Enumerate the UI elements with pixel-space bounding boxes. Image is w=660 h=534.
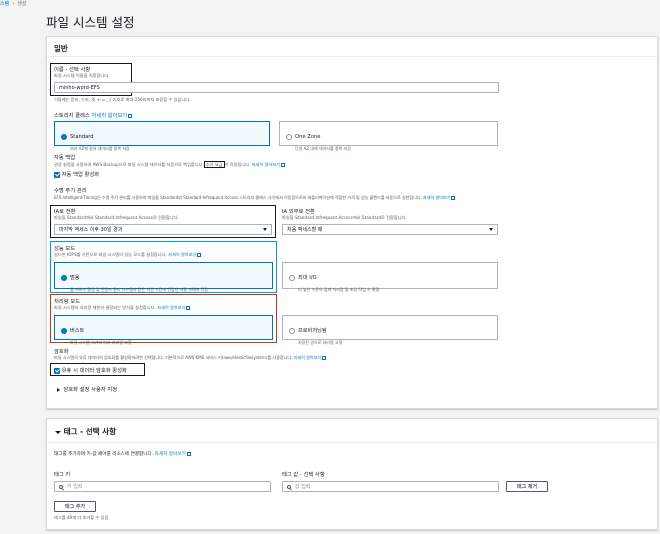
ia-out-desc: 파일을 Standard-Infrequent Access에서 Standar… — [282, 215, 407, 220]
backup-desc: 권장 설정을 사용하여 AWS Backup으로 파일 시스템 데이터를 자동으… — [54, 161, 286, 168]
page-title: 파일 시스템 설정 — [46, 15, 135, 30]
lifecycle-learn-more-link[interactable]: 자세히 알아보기 — [423, 195, 450, 200]
tile-desc: 여러 AZ에 걸쳐 데이터를 중복 저장 — [70, 146, 130, 151]
encryption-desc: 파일 시스템의 유휴 데이터의 암호화를 활성화하려면 선택합니다. 기본적으로… — [54, 355, 327, 361]
radio-selected-icon — [61, 133, 67, 140]
chevron-down-icon — [263, 228, 267, 231]
tags-expander[interactable]: 태그 - 선택 사항 — [55, 426, 116, 437]
tile-desc: 웹 서비스 환경 및 콘텐츠 관리 시스템과 같은 지연 시간에 민감한 사용 … — [70, 287, 208, 292]
performance-max-io-tile[interactable]: 최대 I/O 더 높은 수준의 집계 처리량 및 초당 작업 수 확장 — [282, 262, 498, 292]
search-icon — [287, 484, 291, 489]
throughput-bursting-tile[interactable]: 버스트 파일 시스템 크기에 따라 처리량 조정 — [54, 315, 273, 345]
external-link-icon — [186, 305, 191, 310]
ia-desc: 파일을 Standard에서 Standard-Infrequent Acces… — [54, 215, 179, 220]
ia-out-select-value: 처음 액세스할 때 — [287, 227, 323, 233]
encryption-checkbox[interactable]: 유휴 시 데이터 암호화 활성화 — [54, 366, 127, 374]
name-label: 이름 - 선택 사항 — [54, 67, 91, 73]
breadcrumb-current: 생성 — [17, 1, 27, 7]
backup-label: 자동 백업 — [54, 155, 76, 161]
lifecycle-desc: EFS Intelligent-Tiering은 수명 주기 관리를 사용하여 … — [54, 195, 456, 201]
ia-out-label: IA 외부로 전환 — [282, 209, 315, 215]
performance-label: 성능 모드 — [54, 246, 76, 252]
extra-charge-annotation: 추가 요금 — [203, 161, 225, 168]
radio-selected-icon — [61, 327, 67, 334]
tags-learn-more-link[interactable]: 자세히 알아보기 — [155, 452, 186, 457]
name-input[interactable]: minho-word-EFS — [54, 82, 499, 93]
backup-learn-more-link[interactable]: 자세히 알아보기 — [252, 162, 280, 167]
tile-desc: 파일 시스템 크기에 따라 처리량 조정 — [70, 340, 132, 345]
tags-limit-note: 태그를 49개 더 추가할 수 있음 — [54, 515, 109, 520]
lifecycle-label: 수명 주기 관리 — [54, 188, 87, 194]
search-icon — [59, 484, 63, 489]
remove-tag-button[interactable]: 태그 제거 — [506, 481, 548, 492]
breadcrumb: 스템 › 생성 — [0, 0, 26, 7]
ia-label: IA로 전환 — [54, 209, 76, 215]
ia-out-select[interactable]: 처음 액세스할 때 — [282, 224, 498, 235]
checkbox-checked-icon — [54, 171, 60, 178]
performance-learn-more-link[interactable]: 자세히 알아보기 — [168, 252, 196, 257]
external-link-icon — [451, 195, 456, 200]
name-desc: 파일 시스템 이름을 지정합니다. — [54, 73, 110, 78]
tile-desc: 더 높은 수준의 집계 처리량 및 초당 작업 수 확장 — [298, 287, 380, 292]
storage-class-one-zone-tile[interactable]: One Zone 단일 AZ 내에 데이터를 중복 저장 — [279, 121, 498, 151]
ia-select-value: 마지막 액세스 이후 30일 경과 — [59, 227, 123, 233]
breadcrumb-parent-link[interactable]: 스템 — [0, 1, 9, 7]
caret-down-icon — [55, 430, 61, 434]
divider — [47, 442, 657, 443]
encryption-learn-more-link[interactable]: 자세히 알아보기 — [294, 355, 322, 360]
storage-class-label: 스토리지 클래스 자세히 알아보기 — [54, 111, 133, 119]
storage-class-learn-more-link[interactable]: 자세히 알아보기 — [91, 113, 127, 119]
throughput-provisioned-tile[interactable]: 프로비저닝됨 지정된 양으로 처리량 고정 — [282, 315, 498, 345]
performance-desc: 일드한 IOPS를 기반으로 파일 시스템의 성능 모드를 설정합니다. 자세히… — [54, 252, 202, 258]
name-hint: 이름에는 문자, 숫자, 및 +-=._:/ 기호로 최대 256자까지 포함할… — [54, 97, 191, 102]
tile-desc: 단일 AZ 내에 데이터를 중복 저장 — [295, 146, 351, 151]
tag-value-placeholder: 값 입력 — [295, 484, 311, 490]
tile-title: 프로비저닝됨 — [298, 328, 327, 334]
tile-desc: 지정된 양으로 처리량 고정 — [298, 340, 343, 345]
tile-title: 범용 — [70, 275, 80, 281]
performance-general-tile[interactable]: 범용 웹 서비스 환경 및 콘텐츠 관리 시스템과 같은 지연 시간에 민감한 … — [54, 262, 273, 292]
tile-title: One Zone — [295, 133, 321, 140]
tile-title: Standard — [70, 133, 94, 140]
throughput-label: 처리량 모드 — [54, 299, 81, 305]
radio-selected-icon — [61, 274, 67, 281]
encryption-custom-expander[interactable]: 암호화 설정 사용자 지정 — [57, 385, 117, 393]
external-link-icon — [128, 113, 133, 118]
checkbox-checked-icon — [54, 367, 60, 374]
external-link-icon — [281, 162, 286, 167]
external-link-icon — [197, 252, 202, 257]
tag-key-label: 태그 키 — [54, 472, 71, 478]
chevron-down-icon — [489, 228, 493, 231]
external-link-icon — [186, 451, 191, 456]
caret-right-icon — [57, 387, 60, 392]
throughput-learn-more-link[interactable]: 자세히 알아보기 — [157, 305, 185, 310]
throughput-desc: 파일 시스템의 처리량 제한이 결정되는 방식을 설정합니다. 자세히 알아보기 — [54, 305, 191, 311]
add-tag-button[interactable]: 태그 추가 — [54, 501, 96, 512]
tile-title: 최대 I/O — [298, 275, 317, 281]
general-title: 일반 — [54, 44, 68, 53]
tags-panel — [46, 418, 658, 530]
tags-desc: 태그를 추가하여 키-값 페어를 리소스에 연결합니다. 자세히 알아보기 — [54, 451, 191, 457]
ia-select[interactable]: 마지막 액세스 이후 30일 경과 — [54, 224, 272, 235]
storage-class-standard-tile[interactable]: Standard 여러 AZ에 걸쳐 데이터를 중복 저장 — [54, 121, 270, 151]
divider — [47, 56, 657, 57]
tag-key-placeholder: 키 입력 — [67, 484, 83, 490]
left-nav-rail — [0, 10, 32, 534]
tag-value-input[interactable]: 값 입력 — [282, 481, 499, 492]
external-link-icon — [322, 355, 327, 360]
radio-unselected-icon — [289, 327, 295, 334]
encryption-label: 암호화 — [54, 349, 69, 355]
tag-value-label: 태그 값 - 선택 사항 — [282, 472, 325, 478]
chevron-right-icon: › — [12, 1, 15, 7]
tag-key-input[interactable]: 키 입력 — [54, 481, 271, 492]
radio-unselected-icon — [286, 133, 292, 140]
tile-title: 버스트 — [70, 328, 85, 334]
radio-unselected-icon — [289, 274, 295, 281]
backup-checkbox[interactable]: 자동 백업 활성화 — [54, 170, 99, 178]
